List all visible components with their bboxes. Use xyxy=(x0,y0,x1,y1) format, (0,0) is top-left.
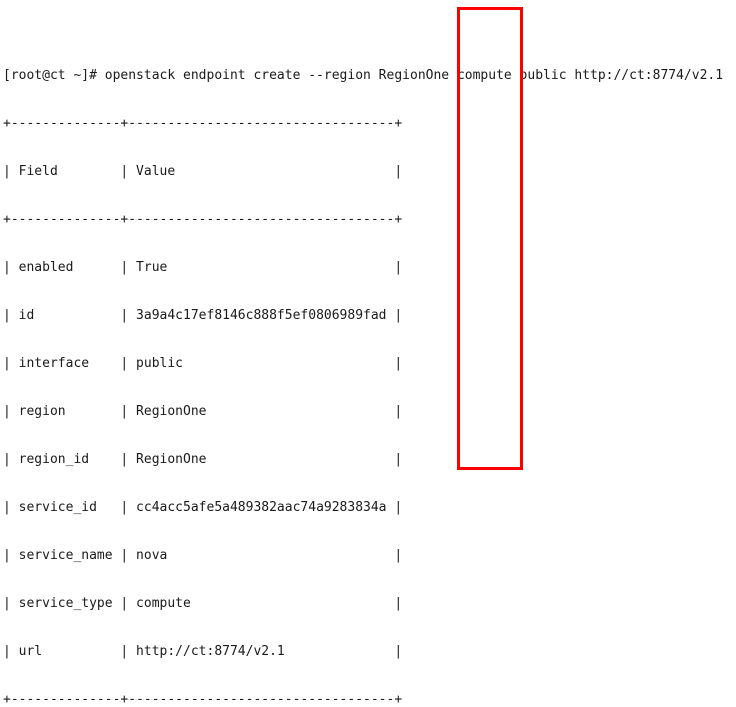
table-separator: +--------------+------------------------… xyxy=(3,692,403,707)
table-row: | service_type | compute | xyxy=(3,596,403,611)
table-row: | url | http://ct:8774/v2.1 | xyxy=(3,644,403,659)
terminal-output[interactable]: [root@ct ~]# openstack endpoint create -… xyxy=(0,0,736,707)
table-row: | service_id | cc4acc5afe5a489382aac74a9… xyxy=(3,500,403,515)
table-row: | enabled | True | xyxy=(3,260,403,275)
table-separator: +--------------+------------------------… xyxy=(3,116,403,131)
terminal-screen: [root@ct ~]# openstack endpoint create -… xyxy=(0,0,736,707)
table-row: | region | RegionOne | xyxy=(3,404,403,419)
command-line: [root@ct ~]# openstack endpoint create -… xyxy=(3,68,724,83)
table-row: | region_id | RegionOne | xyxy=(3,452,403,467)
table-row: | service_name | nova | xyxy=(3,548,403,563)
table-header-row: | Field | Value | xyxy=(3,164,403,179)
table-row: | id | 3a9a4c17ef8146c888f5ef0806989fad … xyxy=(3,308,403,323)
table-separator: +--------------+------------------------… xyxy=(3,212,403,227)
table-row: | interface | public | xyxy=(3,356,403,371)
